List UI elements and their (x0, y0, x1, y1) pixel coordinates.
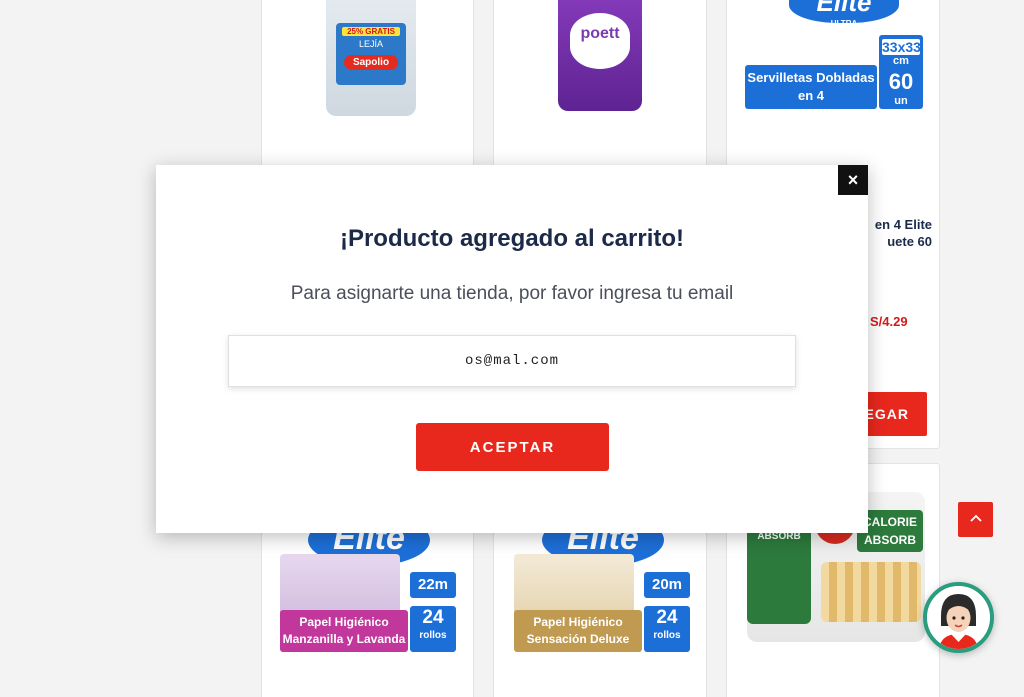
scroll-to-top-button[interactable] (958, 502, 993, 537)
bleach-jug-image: 25% GRATIS LEJÍA Sapolio (326, 0, 416, 116)
product-desc-band: Papel Higiénico Sensación Deluxe (514, 610, 642, 652)
rolls-badge: 24 rollos (644, 606, 690, 652)
elite-logo: Elite ULTRA (789, 0, 899, 28)
servilletas-desc: Servilletas Dobladas en 4 (745, 65, 877, 109)
close-icon[interactable]: × (838, 165, 868, 195)
modal-subtitle: Para asignarte una tienda, por favor ing… (290, 283, 734, 304)
bleach-label: 25% GRATIS LEJÍA Sapolio (336, 23, 406, 85)
meters-badge: 20m (644, 572, 690, 598)
product-desc-band: Papel Higiénico Manzanilla y Lavanda (280, 610, 408, 652)
email-input[interactable] (228, 335, 796, 387)
rolls-badge: 24 rollos (410, 606, 456, 652)
servilletas-pack-image: Elite ULTRA Servilletas Dobladas en 4 33… (745, 0, 923, 119)
assistant-avatar-icon (927, 586, 990, 649)
accept-button[interactable]: ACEPTAR (416, 423, 609, 471)
servilletas-size: 33x33 cm 60 un (879, 35, 923, 109)
cart-added-modal: × ¡Producto agregado al carrito! Para as… (156, 165, 868, 533)
product-price: S/4.29 (870, 314, 908, 329)
chevron-up-icon (969, 514, 982, 522)
chat-assistant-button[interactable] (923, 582, 994, 653)
modal-title: ¡Producto agregado al carrito! (339, 225, 685, 252)
paper-towel-rolls (821, 562, 921, 622)
poett-logo: poett (570, 13, 630, 69)
meters-badge: 22m (410, 572, 456, 598)
poett-bottle-image: poett (558, 0, 642, 111)
